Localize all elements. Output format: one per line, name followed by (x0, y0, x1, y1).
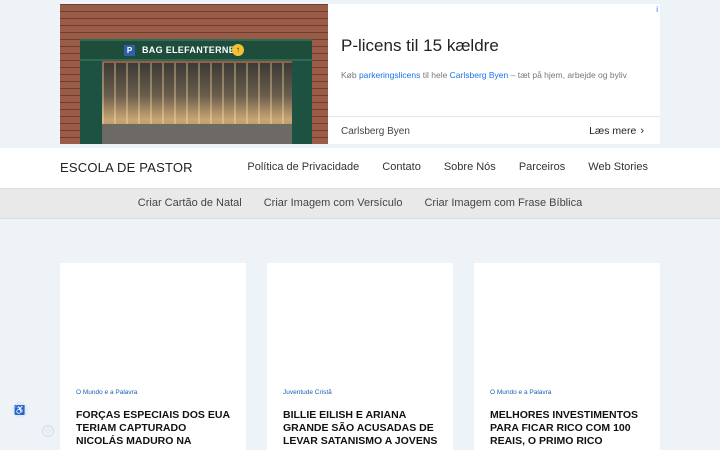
article-card[interactable]: Juventude Cristã BILLIE EILISH E ARIANA … (267, 263, 453, 450)
article-card[interactable]: O Mundo e a Palavra FORÇAS ESPECIAIS DOS… (60, 263, 246, 450)
card-title[interactable]: FORÇAS ESPECIAIS DOS EUA TERIAM CAPTURAD… (76, 409, 236, 450)
nav-item-web-stories[interactable]: Web Stories (588, 161, 648, 173)
parking-icon: P (124, 45, 135, 56)
clock-icon: ◷ (42, 425, 54, 437)
nav-item-contact[interactable]: Contato (382, 161, 421, 173)
info-icon[interactable]: i (656, 5, 658, 14)
ad-cta-label: Læs mere (589, 125, 637, 137)
article-card[interactable]: O Mundo e a Palavra MELHORES INVESTIMENT… (474, 263, 660, 450)
main-nav: Política de Privacidade Contato Sobre Nó… (247, 161, 648, 173)
subnav-item-christmas-card[interactable]: Criar Cartão de Natal (138, 197, 242, 209)
site-logo[interactable]: ESCOLA DE PASTOR (60, 160, 193, 175)
card-title[interactable]: MELHORES INVESTIMENTOS PARA FICAR RICO C… (490, 409, 650, 450)
ad-footer: Carlsberg Byen Læs mere › (328, 116, 660, 144)
site-header: ESCOLA DE PASTOR Política de Privacidade… (0, 148, 720, 188)
card-category[interactable]: O Mundo e a Palavra (76, 389, 137, 396)
garage-floor (80, 124, 312, 144)
garage-sign-text: BAG ELEFANTERNE (142, 45, 236, 55)
ad-body-post: – tæt på hjem, arbejde og byliv (508, 70, 627, 80)
subnav-item-bible-quote-image[interactable]: Criar Imagem com Frase Bíblica (424, 197, 582, 209)
ad-cta-button[interactable]: Læs mere › (589, 125, 644, 137)
ad-content[interactable]: i P-licens til 15 kældre Køb parkeringsl… (328, 4, 660, 144)
arrow-up-icon: ↑ (232, 44, 244, 56)
secondary-nav-bar: Criar Cartão de Natal Criar Imagem com V… (0, 188, 720, 219)
card-category[interactable]: Juventude Cristã (283, 389, 332, 396)
ad-body-link-licens[interactable]: parkeringslicens (359, 70, 420, 80)
ad-body-mid: til hele (420, 70, 450, 80)
subnav-item-verse-image[interactable]: Criar Imagem com Versículo (264, 197, 403, 209)
ad-image[interactable]: P BAG ELEFANTERNE ↑ (60, 4, 328, 144)
nav-item-partners[interactable]: Parceiros (519, 161, 565, 173)
ad-body-pre: Køb (341, 70, 359, 80)
ad-banner[interactable]: P BAG ELEFANTERNE ↑ i P-licens til 15 kæ… (60, 4, 660, 144)
nav-item-privacy[interactable]: Política de Privacidade (247, 161, 359, 173)
ad-body: Køb parkeringslicens til hele Carlsberg … (341, 70, 627, 80)
nav-item-about[interactable]: Sobre Nós (444, 161, 496, 173)
ad-body-link-carlsberg[interactable]: Carlsberg Byen (450, 70, 509, 80)
card-title[interactable]: BILLIE EILISH E ARIANA GRANDE SÃO ACUSAD… (283, 409, 443, 448)
card-category[interactable]: O Mundo e a Palavra (490, 389, 551, 396)
ad-advertiser: Carlsberg Byen (341, 126, 410, 137)
chevron-right-icon: › (640, 125, 644, 137)
accessibility-icon[interactable]: ♿ (12, 402, 28, 418)
ad-headline[interactable]: P-licens til 15 kældre (341, 36, 499, 56)
secondary-nav: Criar Cartão de Natal Criar Imagem com V… (0, 197, 720, 209)
